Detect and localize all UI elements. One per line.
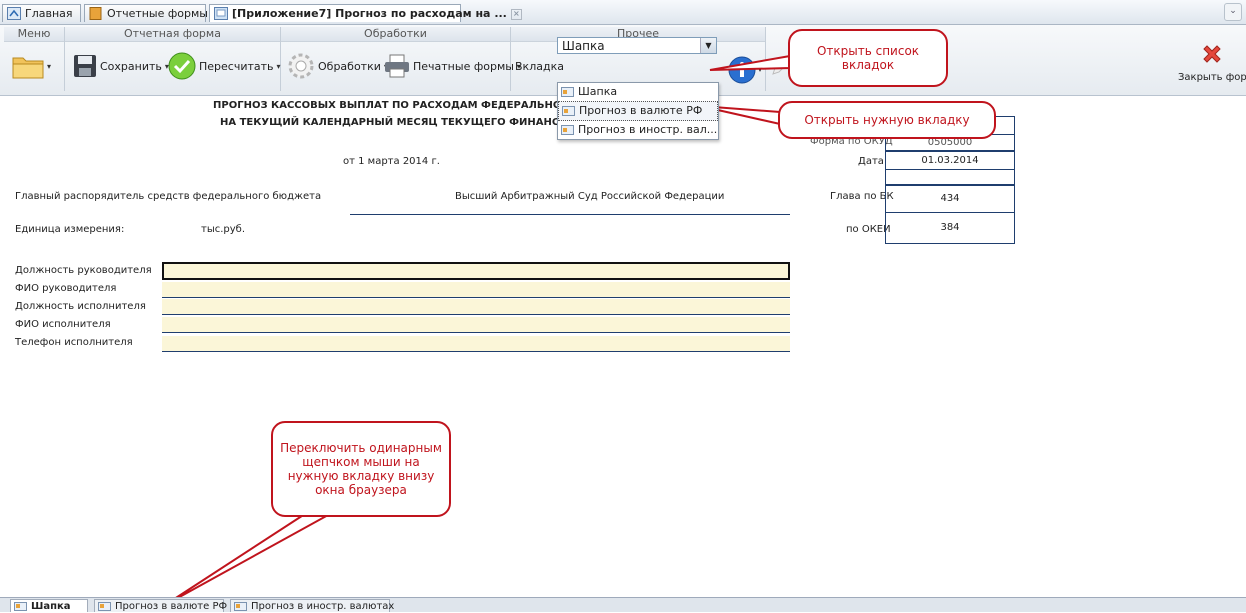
callout-open-list: Открыть список вкладок — [788, 29, 948, 87]
callout-text: Переключить одинарным щепчком мыши на ну… — [280, 441, 442, 497]
dropdown-item-label: Прогноз в валюте РФ — [579, 104, 703, 117]
bottom-tab-rub-forecast[interactable]: Прогноз в валюте РФ — [94, 599, 228, 612]
callout-open-tab: Открыть нужную вкладку — [778, 101, 996, 139]
callout-pointer — [164, 510, 334, 606]
callout-text: Открыть список вкладок — [816, 44, 920, 72]
sheet-icon — [98, 602, 111, 611]
bottom-tab-label: Шапка — [31, 601, 71, 612]
dropdown-item[interactable]: Шапка — [558, 83, 718, 101]
sheet-icon — [234, 602, 247, 611]
dropdown-item[interactable]: Прогноз в валюте РФ — [558, 101, 718, 121]
sheet-icon — [14, 602, 27, 611]
sheet-icon — [562, 106, 575, 116]
callout-pointer — [709, 54, 791, 71]
dropdown-item-label: Прогноз в иностр. вал... — [578, 123, 718, 136]
tab-dropdown-list: Шапка Прогноз в валюте РФ Прогноз в инос… — [557, 82, 719, 140]
bottom-tab-foreign-forecast[interactable]: Прогноз в иностр. валютах — [230, 599, 394, 612]
callout-text: Открыть нужную вкладку — [804, 113, 970, 127]
sheet-icon — [561, 87, 574, 97]
bottom-tab-label: Прогноз в иностр. валютах — [251, 601, 395, 612]
dropdown-item[interactable]: Прогноз в иностр. вал... — [558, 121, 718, 139]
sheet-icon — [561, 125, 574, 135]
bottom-tab-bar: Шапка Прогноз в валюте РФ Прогноз в инос… — [0, 597, 1246, 612]
dropdown-item-label: Шапка — [578, 85, 618, 98]
bottom-tab-header[interactable]: Шапка — [10, 599, 88, 612]
bottom-tab-label: Прогноз в валюте РФ — [115, 601, 228, 612]
callout-switch-tab: Переключить одинарным щепчком мыши на ну… — [271, 421, 451, 517]
